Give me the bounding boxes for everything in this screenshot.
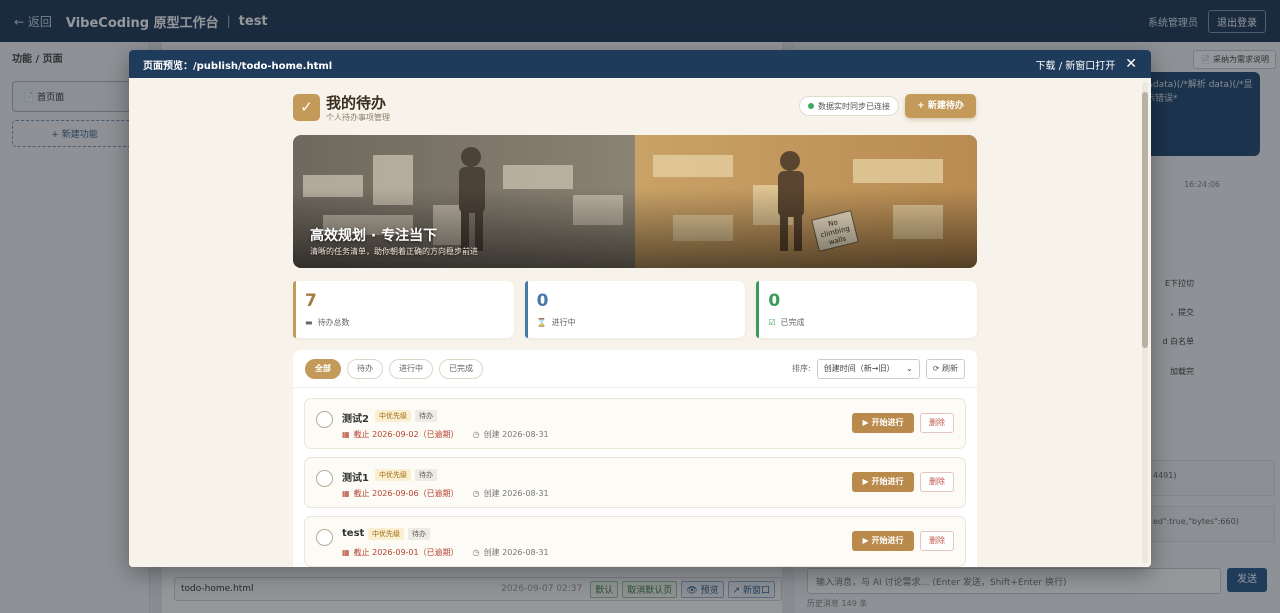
page-subtitle: 个人待办事项管理 bbox=[326, 113, 390, 122]
filter-bar: 全部 待办 进行中 已完成 排序: 创建时间（新→旧） ⌄ ⟳ 刷新 bbox=[293, 350, 977, 388]
clock-icon: ◷ bbox=[472, 489, 480, 498]
stats-row: 7 ▬ 待办总数 0 ⌛ 进行中 0 ☑ 已完成 bbox=[293, 281, 978, 338]
todo-item: 测试1 中优先级 待办 ▦ 截止 2026-09-06（已逾期） ◷ 创建 2026… bbox=[304, 457, 966, 508]
todo-name: 测试2 bbox=[342, 414, 369, 425]
page-title: 我的待办 bbox=[326, 94, 387, 112]
stat-value: 0 bbox=[768, 291, 781, 311]
created-date: 创建 2026-08-31 bbox=[483, 430, 549, 439]
modal-header: 页面预览：/publish/todo-home.html 下载 / 新窗口打开 … bbox=[129, 50, 1151, 78]
stat-card-done: 0 ☑ 已完成 bbox=[756, 281, 978, 338]
todo-app: ✓ 我的待办 个人待办事项管理 数据实时同步已连接 + 新建待办 高效规划 · … bbox=[293, 78, 978, 567]
todo-meta: ▦ 截止 2026-09-02（已逾期） ◷ 创建 2026-08-31 bbox=[342, 429, 549, 440]
stat-value: 0 bbox=[536, 291, 549, 311]
stat-label: 进行中 bbox=[551, 318, 576, 327]
calendar-icon: ▦ bbox=[342, 430, 350, 439]
complete-checkbox[interactable] bbox=[316, 470, 333, 487]
stat-label: 已完成 bbox=[780, 318, 805, 327]
filter-todo[interactable]: 待办 bbox=[347, 358, 383, 379]
status-badge: 待办 bbox=[415, 469, 437, 481]
sort-value: 创建时间（新→旧） bbox=[823, 363, 895, 373]
start-button[interactable]: ▶ 开始进行 bbox=[852, 531, 914, 551]
sync-status-badge: 数据实时同步已连接 bbox=[799, 96, 899, 116]
start-button[interactable]: ▶ 开始进行 bbox=[852, 472, 914, 492]
due-date: 截止 2026-09-06（已逾期） bbox=[353, 489, 459, 498]
new-todo-button[interactable]: + 新建待办 bbox=[905, 94, 976, 118]
todo-item: test 中优先级 待办 ▦ 截止 2026-09-01（已逾期） ◷ 创建 202… bbox=[304, 516, 966, 567]
delete-button[interactable]: 删除 bbox=[920, 413, 954, 433]
status-badge: 待办 bbox=[415, 410, 437, 422]
stat-accent-bar bbox=[524, 281, 528, 338]
stat-accent-bar bbox=[293, 281, 296, 338]
stat-accent-bar bbox=[756, 281, 760, 338]
check-box-icon: ☑ bbox=[768, 318, 776, 327]
banner-title: 高效规划 · 专注当下 bbox=[310, 228, 438, 244]
due-date: 截止 2026-09-02（已逾期） bbox=[353, 430, 459, 439]
todo-list-card: 全部 待办 进行中 已完成 排序: 创建时间（新→旧） ⌄ ⟳ 刷新 测试2 中… bbox=[293, 350, 977, 567]
sync-status-text: 数据实时同步已连接 bbox=[818, 101, 890, 111]
todo-meta: ▦ 截止 2026-09-06（已逾期） ◷ 创建 2026-08-31 bbox=[342, 488, 549, 499]
sort-control: 排序: 创建时间（新→旧） ⌄ ⟳ 刷新 bbox=[792, 358, 965, 379]
banner-subtitle: 清晰的任务清单，助你朝着正确的方向稳步前进 bbox=[310, 247, 478, 256]
todo-badges: 中优先级 待办 bbox=[368, 528, 430, 540]
delete-button[interactable]: 删除 bbox=[920, 472, 954, 492]
priority-badge: 中优先级 bbox=[375, 410, 411, 422]
hero-banner: No climbing walls 高效规划 · 专注当下 清晰的任务清单，助你… bbox=[293, 135, 977, 268]
todo-badges: 中优先级 待办 bbox=[375, 410, 437, 422]
complete-checkbox[interactable] bbox=[316, 529, 333, 546]
stat-label: 待办总数 bbox=[317, 318, 350, 327]
clock-icon: ◷ bbox=[472, 548, 480, 557]
checkmark-logo-icon: ✓ bbox=[293, 94, 320, 121]
refresh-button[interactable]: ⟳ 刷新 bbox=[925, 358, 965, 379]
close-icon[interactable]: ✕ bbox=[1125, 57, 1137, 71]
clock-icon: ◷ bbox=[472, 430, 480, 439]
todo-name: test bbox=[342, 528, 365, 539]
complete-checkbox[interactable] bbox=[316, 411, 333, 428]
preview-modal: 页面预览：/publish/todo-home.html 下载 / 新窗口打开 … bbox=[129, 50, 1151, 567]
folder-icon: ▬ bbox=[305, 318, 313, 327]
delete-button[interactable]: 删除 bbox=[920, 531, 954, 551]
created-date: 创建 2026-08-31 bbox=[483, 489, 549, 498]
start-button[interactable]: ▶ 开始进行 bbox=[852, 413, 914, 433]
priority-badge: 中优先级 bbox=[375, 469, 411, 481]
stat-card-total: 7 ▬ 待办总数 bbox=[293, 281, 514, 338]
download-link[interactable]: 下载 / 新窗口打开 bbox=[1036, 57, 1116, 72]
todo-name: 测试1 bbox=[342, 473, 369, 484]
todo-item: 测试2 中优先级 待办 ▦ 截止 2026-09-02（已逾期） ◷ 创建 2026… bbox=[304, 398, 966, 449]
stat-card-in-progress: 0 ⌛ 进行中 bbox=[524, 281, 746, 338]
hourglass-icon: ⌛ bbox=[536, 318, 547, 327]
app-header: ✓ 我的待办 个人待办事项管理 数据实时同步已连接 + 新建待办 bbox=[293, 78, 977, 128]
calendar-icon: ▦ bbox=[342, 489, 350, 498]
filter-all[interactable]: 全部 bbox=[305, 358, 341, 379]
status-dot-icon bbox=[808, 103, 814, 109]
todo-meta: ▦ 截止 2026-09-01（已逾期） ◷ 创建 2026-08-31 bbox=[342, 547, 549, 558]
filter-in-progress[interactable]: 进行中 bbox=[389, 358, 433, 379]
stat-value: 7 bbox=[305, 291, 317, 311]
scrollbar-thumb[interactable] bbox=[1142, 92, 1148, 348]
preview-frame: ✓ 我的待办 个人待办事项管理 数据实时同步已连接 + 新建待办 高效规划 · … bbox=[129, 78, 1151, 567]
status-badge: 待办 bbox=[408, 528, 430, 540]
sort-select[interactable]: 创建时间（新→旧） ⌄ bbox=[816, 358, 920, 379]
modal-title: 页面预览：/publish/todo-home.html bbox=[143, 60, 333, 72]
calendar-icon: ▦ bbox=[342, 548, 350, 557]
scrollbar[interactable] bbox=[1142, 82, 1148, 563]
filter-done[interactable]: 已完成 bbox=[439, 358, 483, 379]
sort-label: 排序: bbox=[792, 364, 811, 373]
chevron-down-icon: ⌄ bbox=[906, 363, 913, 373]
priority-badge: 中优先级 bbox=[368, 528, 404, 540]
due-date: 截止 2026-09-01（已逾期） bbox=[353, 548, 459, 557]
created-date: 创建 2026-08-31 bbox=[483, 548, 549, 557]
todo-badges: 中优先级 待办 bbox=[375, 469, 437, 481]
